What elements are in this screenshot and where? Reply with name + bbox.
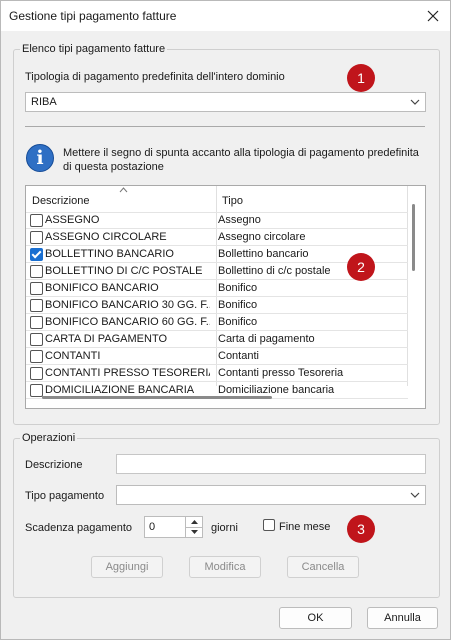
callout-badge-3: 3 xyxy=(347,515,375,543)
row-descrizione: DOMICILIAZIONE BANCARIA xyxy=(45,384,195,396)
list-item[interactable]: BONIFICO BANCARIO Bonifico xyxy=(26,280,408,297)
window-title: Gestione tipi pagamento fatture xyxy=(9,9,177,23)
column-header-tipo[interactable]: Tipo xyxy=(217,186,407,212)
delete-button[interactable]: Cancella xyxy=(287,556,359,578)
list-item[interactable]: CARTA DI PAGAMENTO Carta di pagamento xyxy=(26,331,408,348)
tipo-pagamento-select[interactable] xyxy=(116,485,426,505)
row-tipo: Bonifico xyxy=(218,299,258,311)
chevron-down-icon xyxy=(410,99,420,105)
row-descrizione: CONTANTI PRESSO TESORERIA xyxy=(45,367,210,379)
row-tipo: Assegno circolare xyxy=(218,231,306,243)
payment-types-group-title: Elenco tipi pagamento fatture xyxy=(20,43,168,55)
list-item[interactable]: CONTANTI Contanti xyxy=(26,348,408,365)
payment-types-list: Descrizione Tipo ASSEGNO Assegno ASSEGNO C… xyxy=(25,185,426,409)
caret-down-icon xyxy=(190,530,198,534)
close-button[interactable] xyxy=(420,3,446,29)
dialog-window: Gestione tipi pagamento fatture Elenco t… xyxy=(0,0,451,640)
tipo-pagamento-label: Tipo pagamento xyxy=(25,490,105,502)
row-descrizione: BONIFICO BANCARIO 60 GG. F... xyxy=(45,316,210,328)
list-item[interactable]: BONIFICO BANCARIO 60 GG. F... Bonifico xyxy=(26,314,408,331)
cancel-button[interactable]: Annulla xyxy=(367,607,438,629)
row-checkbox[interactable] xyxy=(30,384,43,397)
scadenza-label: Scadenza pagamento xyxy=(25,522,133,534)
column-separator xyxy=(407,186,408,386)
caret-up-icon xyxy=(190,520,198,524)
horizontal-scrollbar-thumb[interactable] xyxy=(42,396,272,399)
list-item[interactable]: ASSEGNO Assegno xyxy=(26,212,408,229)
callout-badge-1: 1 xyxy=(347,64,375,92)
row-checkbox[interactable] xyxy=(30,333,43,346)
default-type-value: RIBA xyxy=(31,96,57,108)
stepper-down-button[interactable] xyxy=(186,527,202,537)
scadenza-value: 0 xyxy=(149,521,156,533)
row-checkbox[interactable] xyxy=(30,231,43,244)
default-type-label: Tipologia di pagamento predefinita dell'… xyxy=(25,71,285,83)
row-tipo: Carta di pagamento xyxy=(218,333,315,345)
row-tipo: Bonifico xyxy=(218,282,258,294)
row-tipo: Domiciliazione bancaria xyxy=(218,384,335,396)
ok-button[interactable]: OK xyxy=(279,607,352,629)
vertical-scrollbar-thumb[interactable] xyxy=(412,204,415,271)
row-descrizione: ASSEGNO xyxy=(45,214,100,226)
info-text: Mettere il segno di spunta accanto alla … xyxy=(63,147,419,173)
scadenza-stepper[interactable]: 0 xyxy=(144,516,203,538)
row-checkbox[interactable] xyxy=(30,299,43,312)
row-tipo: Bonifico xyxy=(218,316,258,328)
list-item[interactable]: CONTANTI PRESSO TESORERIA Contanti presso… xyxy=(26,365,408,382)
info-icon: i xyxy=(26,144,54,172)
descrizione-input[interactable] xyxy=(116,454,426,474)
row-descrizione: CONTANTI xyxy=(45,350,101,362)
row-checkbox[interactable] xyxy=(30,350,43,363)
close-icon xyxy=(427,10,439,22)
row-descrizione: CARTA DI PAGAMENTO xyxy=(45,333,168,345)
fine-mese-label: Fine mese xyxy=(279,521,331,533)
edit-button[interactable]: Modifica xyxy=(189,556,261,578)
default-type-select[interactable]: RIBA xyxy=(25,92,426,112)
row-tipo: Assegno xyxy=(218,214,261,226)
list-item[interactable]: BOLLETTINO BANCARIO Bollettino bancario xyxy=(26,246,408,263)
row-checkbox[interactable] xyxy=(30,367,43,380)
row-tipo: Bollettino bancario xyxy=(218,248,309,260)
row-checkbox[interactable] xyxy=(30,248,43,261)
row-descrizione: BONIFICO BANCARIO 30 GG. F... xyxy=(45,299,210,311)
add-button[interactable]: Aggiungi xyxy=(91,556,163,578)
row-descrizione: BONIFICO BANCARIO xyxy=(45,282,159,294)
row-descrizione: ASSEGNO CIRCOLARE xyxy=(45,231,167,243)
list-item[interactable]: BOLLETTINO DI C/C POSTALE Bollettino di c… xyxy=(26,263,408,280)
row-tipo: Contanti xyxy=(218,350,259,362)
row-tipo: Contanti presso Tesoreria xyxy=(218,367,344,379)
giorni-label: giorni xyxy=(211,522,238,534)
title-bar: Gestione tipi pagamento fatture xyxy=(1,1,450,31)
row-checkbox[interactable] xyxy=(30,316,43,329)
row-tipo: Bollettino di c/c postale xyxy=(218,265,331,277)
chevron-down-icon xyxy=(410,492,420,498)
list-item[interactable]: BONIFICO BANCARIO 30 GG. F... Bonifico xyxy=(26,297,408,314)
divider xyxy=(25,126,425,127)
row-descrizione: BOLLETTINO DI C/C POSTALE xyxy=(45,265,203,277)
row-checkbox[interactable] xyxy=(30,282,43,295)
row-checkbox[interactable] xyxy=(30,214,43,227)
fine-mese-checkbox[interactable] xyxy=(263,519,275,531)
list-item[interactable]: ASSEGNO CIRCOLARE Assegno circolare xyxy=(26,229,408,246)
callout-badge-2: 2 xyxy=(347,253,375,281)
operations-group-title: Operazioni xyxy=(20,432,78,444)
column-header-descrizione[interactable]: Descrizione xyxy=(26,186,216,212)
descrizione-label: Descrizione xyxy=(25,459,83,471)
row-checkbox[interactable] xyxy=(30,265,43,278)
row-descrizione: BOLLETTINO BANCARIO xyxy=(45,248,174,260)
